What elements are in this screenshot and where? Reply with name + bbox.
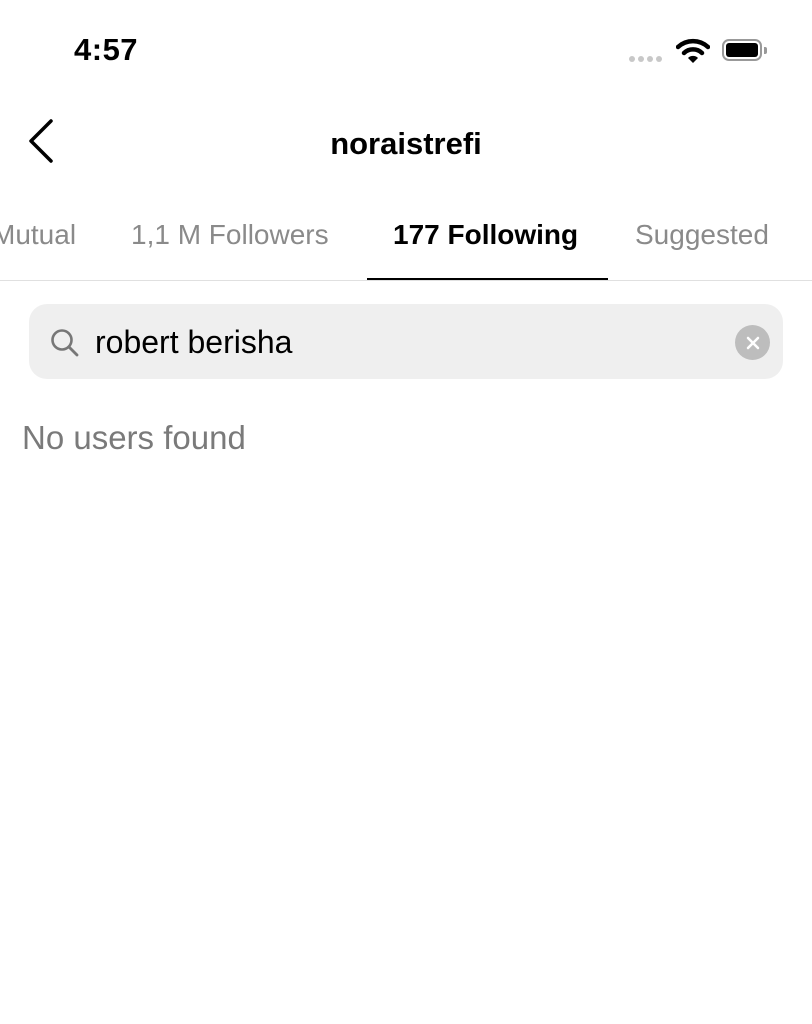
tab-followers[interactable]: 1,1 M Followers: [131, 219, 329, 251]
clear-search-button[interactable]: [735, 325, 770, 360]
divider: [0, 280, 812, 281]
wifi-icon: [676, 38, 710, 63]
empty-results-message: No users found: [22, 419, 246, 456]
battery-tip: [764, 47, 767, 54]
page-title: noraistrefi: [330, 126, 482, 161]
signal-icon: [629, 56, 662, 62]
battery-icon: [722, 39, 762, 61]
tab-mutual[interactable]: Mutual: [0, 219, 76, 251]
tab-suggested[interactable]: Suggested: [635, 219, 769, 251]
search-icon: [51, 329, 79, 357]
status-time: 4:57: [74, 32, 139, 67]
search-input[interactable]: [95, 318, 715, 366]
clear-icon: [746, 336, 759, 349]
tab-following[interactable]: 177 Following: [393, 219, 578, 251]
